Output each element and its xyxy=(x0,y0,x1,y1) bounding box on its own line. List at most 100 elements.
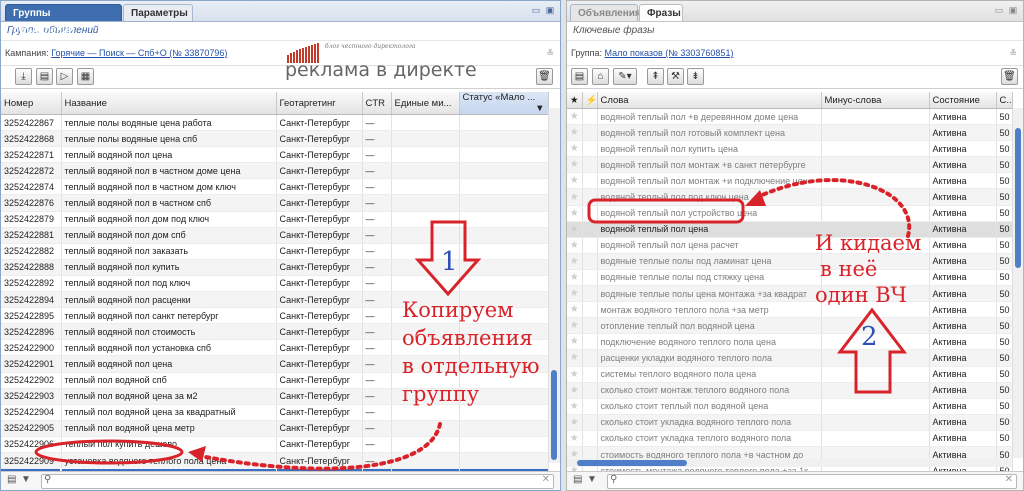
table-row[interactable]: 3252422868 теплые полы водяные цена спб Са… xyxy=(1,130,549,148)
tab-parameters[interactable]: Параметры xyxy=(123,4,193,21)
table-row[interactable]: 3252422879 теплый водяной пол дом под клю… xyxy=(1,211,549,228)
star-col-icon[interactable]: ★ xyxy=(567,92,583,109)
columns-icon[interactable]: ▤ xyxy=(573,474,582,485)
phrase-row[interactable]: ★ сколько стоит теплый пол водяной цена Ак… xyxy=(567,398,1013,415)
phrase-row[interactable]: ★ монтаж водяного теплого пола +за метр Ак… xyxy=(567,301,1013,319)
edit-menu-icon[interactable]: ✎▾ xyxy=(613,68,637,85)
phrase-row[interactable]: ★ водяные теплые полы цена монтажа +за кв… xyxy=(567,285,1013,303)
table-row[interactable]: 3252422905 теплый пол водяной цена метр Са… xyxy=(1,420,549,437)
maximize-icon[interactable]: ▣ xyxy=(544,5,556,16)
star-icon[interactable]: ★ xyxy=(567,140,583,158)
table-row[interactable]: 3252422882 теплый водяной пол заказать Сан… xyxy=(1,243,549,260)
col-geo[interactable]: Геотаргетинг xyxy=(276,92,363,115)
phrase-row[interactable]: ★ водяной теплый пол монтаж +в санкт пете… xyxy=(567,156,1013,174)
table-row[interactable]: 3252422888 теплый водяной пол купить Санкт… xyxy=(1,259,549,276)
col-ctr[interactable]: CTR xyxy=(362,92,392,115)
star-icon[interactable]: ★ xyxy=(567,205,583,222)
left-scrollbar[interactable] xyxy=(548,108,560,463)
campaign-link[interactable]: Горячие — Поиск — Спб+О (№ 33870796) xyxy=(51,48,227,58)
star-icon[interactable]: ★ xyxy=(567,349,583,367)
phrase-row[interactable]: ★ отопление теплый пол водяной цена Активн… xyxy=(567,317,1013,335)
document-icon[interactable]: ▤ xyxy=(36,68,53,85)
phrase-row[interactable]: ★ водяные теплые полы под ламинат цена Акт… xyxy=(567,253,1013,270)
col-status[interactable]: Статус «Мало ... ▼ xyxy=(459,92,549,115)
clear-icon[interactable]: ✕ xyxy=(542,474,550,485)
star-icon[interactable]: ★ xyxy=(567,301,583,319)
star-icon[interactable]: ★ xyxy=(567,366,583,383)
flash-col-icon[interactable]: ⚡ xyxy=(582,92,598,109)
right-scrollbar-thumb[interactable] xyxy=(1015,128,1021,268)
phrase-row[interactable]: ★ водяной теплый пол под ключ цена Активна… xyxy=(567,188,1013,206)
minimize-icon[interactable]: ▭ xyxy=(993,5,1005,16)
star-icon[interactable]: ★ xyxy=(567,237,583,254)
tab-ad-groups[interactable]: Группы объявлений xyxy=(5,4,122,36)
table-row[interactable]: 3252422906 теплый пол купить дешево Санкт-… xyxy=(1,436,549,453)
right-search-input[interactable]: ⚲ ✕ xyxy=(607,474,1017,489)
col-state[interactable]: Состояние xyxy=(929,92,997,109)
table-row[interactable]: 3252422881 теплый водяной пол дом спб Санк… xyxy=(1,227,549,244)
lower-bid-icon[interactable]: ⇟ xyxy=(687,68,704,85)
star-icon[interactable]: ★ xyxy=(567,414,583,431)
download-icon[interactable]: ⤓ xyxy=(15,68,32,85)
star-icon[interactable]: ★ xyxy=(567,188,583,206)
phrase-row[interactable]: ★ сколько стоит укладка теплого водяного … xyxy=(567,430,1013,447)
raise-bid-icon[interactable]: ⇞ xyxy=(647,68,664,85)
star-icon[interactable]: ★ xyxy=(567,333,583,351)
star-icon[interactable]: ★ xyxy=(567,172,583,190)
star-icon[interactable]: ★ xyxy=(567,108,583,126)
phrase-row[interactable]: ★ системы теплого водяного пола цена Актив… xyxy=(567,366,1013,383)
delete-icon[interactable]: 🗑 xyxy=(536,68,553,85)
phrase-row[interactable]: ★ подключение водяного теплого пола цена А… xyxy=(567,333,1013,351)
star-icon[interactable]: ★ xyxy=(567,398,583,415)
table-row[interactable]: 3252422874 теплый водяной пол в частном д… xyxy=(1,178,549,196)
star-icon[interactable]: ★ xyxy=(567,221,583,238)
col-minus[interactable]: Единые ми... xyxy=(391,92,460,115)
tab-phrases[interactable]: Фразы xyxy=(639,4,683,21)
star-icon[interactable]: ★ xyxy=(567,156,583,174)
delete-icon[interactable]: 🗑 xyxy=(1001,68,1018,85)
table-row[interactable]: 3252422876 теплый водяной пол в частном с… xyxy=(1,194,549,212)
minimize-icon[interactable]: ▭ xyxy=(530,5,542,16)
right-hscrollbar-thumb[interactable] xyxy=(577,460,687,466)
collapse-icon[interactable]: ≚ xyxy=(1009,41,1017,65)
filter-icon[interactable]: ▼ xyxy=(21,474,31,485)
phrase-row[interactable]: ★ водяной теплый пол купить цена Активна 50 xyxy=(567,140,1013,158)
phrase-row[interactable]: ★ расценки укладки водяного теплого пола А… xyxy=(567,349,1013,367)
table-row[interactable]: 3252422909 установка водяного теплого пол… xyxy=(1,452,549,470)
group-link[interactable]: Мало показов (№ 3303760851) xyxy=(605,48,734,58)
phrase-row[interactable]: ★ водяной теплый пол устройство цена Актив… xyxy=(567,205,1013,222)
phrase-row[interactable]: ★ водяной теплый пол готовый комплект цен… xyxy=(567,124,1013,142)
star-icon[interactable]: ★ xyxy=(567,124,583,142)
star-icon[interactable]: ★ xyxy=(567,253,583,270)
phrase-row[interactable]: ★ водяной теплый пол +в деревянном доме ц… xyxy=(567,108,1013,126)
col-number[interactable]: Номер xyxy=(1,92,62,115)
phrase-row[interactable]: ★ водяные теплые полы под стяжку цена Акти… xyxy=(567,269,1013,287)
star-icon[interactable]: ★ xyxy=(567,285,583,303)
table-row[interactable]: 3252422871 теплый водяной пол цена Санкт-П… xyxy=(1,146,549,164)
clear-icon[interactable]: ✕ xyxy=(1005,474,1013,485)
col-words[interactable]: Слова xyxy=(597,92,822,109)
columns-icon[interactable]: ▤ xyxy=(7,474,16,485)
tab-ads[interactable]: Объявления xyxy=(570,4,641,21)
tools-icon[interactable]: ⚒ xyxy=(667,68,684,85)
col-name[interactable]: Название xyxy=(61,92,277,115)
phrase-row[interactable]: ★ водяной теплый пол монтаж +и подключени… xyxy=(567,172,1013,190)
right-scrollbar[interactable] xyxy=(1012,108,1023,458)
col-minus-words[interactable]: Минус-слова xyxy=(821,92,930,109)
star-icon[interactable]: ★ xyxy=(567,382,583,399)
maximize-icon[interactable]: ▣ xyxy=(1007,5,1019,16)
phrase-row[interactable]: ★ водяной теплый пол цена расчет Активна 50 xyxy=(567,237,1013,254)
left-search-input[interactable]: ⚲ ✕ xyxy=(41,474,554,489)
phrase-row[interactable]: ★ водяной теплый пол цена Активна 50 xyxy=(567,221,1013,238)
col-s[interactable]: С... xyxy=(996,92,1013,109)
collapse-icon[interactable]: ≚ xyxy=(546,41,554,65)
add-phrase-icon[interactable]: ▤ xyxy=(571,68,588,85)
table-icon[interactable]: ▦ xyxy=(77,68,94,85)
star-icon[interactable]: ★ xyxy=(567,430,583,447)
filter-icon[interactable]: ▼ xyxy=(587,474,597,485)
group-icon[interactable]: ⌂ xyxy=(592,68,609,85)
move-icon[interactable]: ▷ xyxy=(56,68,73,85)
table-row[interactable]: 3252422872 теплый водяной пол в частном д… xyxy=(1,162,549,180)
phrase-row[interactable]: ★ сколько стоит монтаж теплого водяного п… xyxy=(567,382,1013,399)
right-hscrollbar[interactable] xyxy=(567,459,1012,467)
